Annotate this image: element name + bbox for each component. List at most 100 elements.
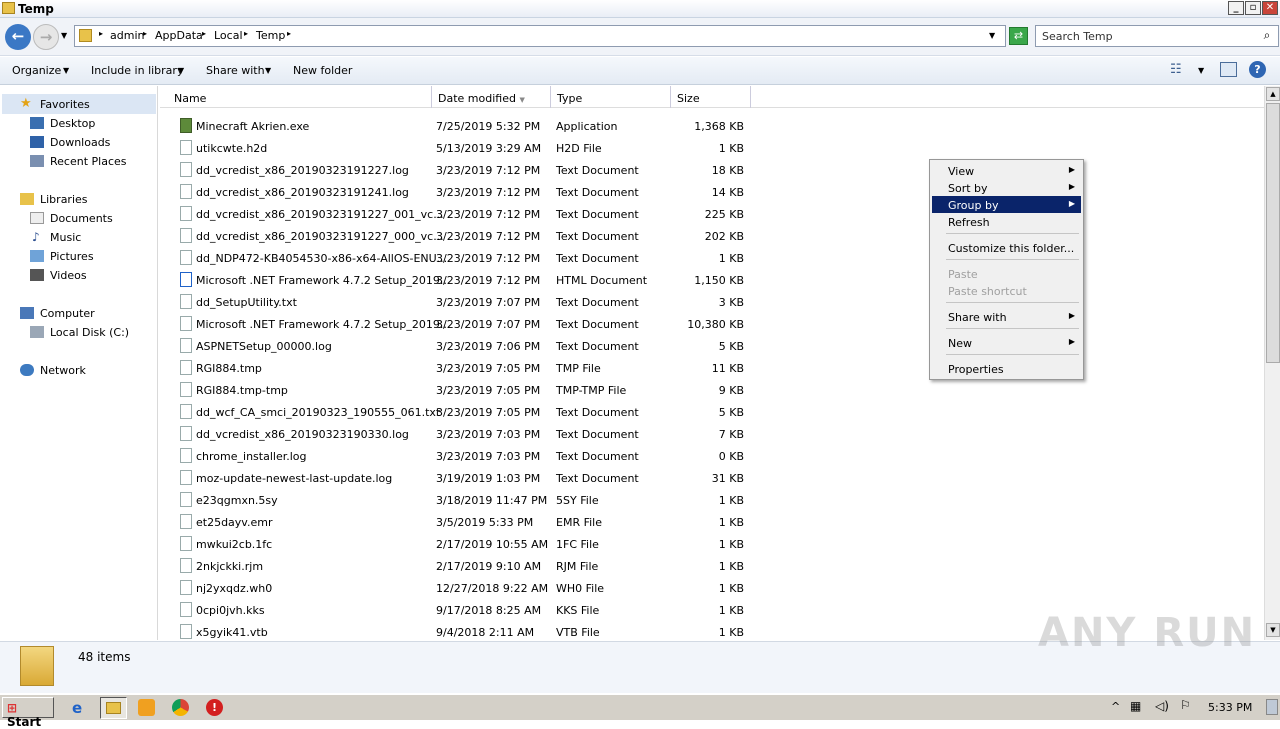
- chevron-down-icon[interactable]: ▼: [1198, 66, 1204, 75]
- organize-button[interactable]: Organize: [12, 64, 61, 77]
- volume-icon[interactable]: ◁): [1155, 699, 1169, 713]
- sidebar-local-disk[interactable]: Local Disk (C:): [50, 326, 129, 339]
- table-row[interactable]: moz-update-newest-last-update.log 3/19/20…: [160, 467, 760, 489]
- search-input[interactable]: Search Temp ⌕: [1035, 25, 1279, 47]
- sidebar-documents[interactable]: Documents: [50, 212, 113, 225]
- recent-pages-chevron-icon[interactable]: ▼: [61, 31, 67, 40]
- show-desktop-button[interactable]: [1266, 699, 1278, 715]
- sidebar-downloads[interactable]: Downloads: [50, 136, 110, 149]
- table-row[interactable]: Microsoft .NET Framework 4.7.2 Setup_201…: [160, 313, 760, 335]
- table-row[interactable]: chrome_installer.log 3/23/2019 7:03 PM Tex…: [160, 445, 760, 467]
- table-row[interactable]: Microsoft .NET Framework 4.7.2 Setup_201…: [160, 269, 760, 291]
- preview-pane-icon[interactable]: [1220, 62, 1237, 77]
- address-dropdown-icon[interactable]: ▼: [989, 31, 995, 40]
- include-in-library-button[interactable]: Include in library: [91, 64, 183, 77]
- media-player-icon[interactable]: [138, 699, 155, 716]
- scroll-up-icon[interactable]: ▲: [1266, 87, 1280, 101]
- close-button[interactable]: ✕: [1262, 1, 1278, 15]
- table-row[interactable]: nj2yxqdz.wh0 12/27/2018 9:22 AM WH0 File 1 …: [160, 577, 760, 599]
- table-row[interactable]: mwkui2cb.1fc 2/17/2019 10:55 AM 1FC File 1 …: [160, 533, 760, 555]
- menu-item-new[interactable]: New ▶: [932, 334, 1081, 351]
- menu-item-group-by[interactable]: Group by ▶: [932, 196, 1081, 213]
- crumb-local[interactable]: Local: [214, 29, 243, 42]
- minimize-button[interactable]: _: [1228, 1, 1244, 15]
- maximize-button[interactable]: ▫: [1245, 1, 1261, 15]
- table-row[interactable]: dd_vcredist_x86_20190323191241.log 3/23/2…: [160, 181, 760, 203]
- sidebar-pictures[interactable]: Pictures: [50, 250, 94, 263]
- file-name-cell: moz-update-newest-last-update.log: [196, 472, 393, 485]
- table-row[interactable]: et25dayv.emr 3/5/2019 5:33 PM EMR File 1 KB: [160, 511, 760, 533]
- crumb-temp[interactable]: Temp: [256, 29, 285, 42]
- table-row[interactable]: Minecraft Akrien.exe 7/25/2019 5:32 PM App…: [160, 115, 760, 137]
- text-file-icon: [180, 404, 192, 419]
- column-header-type[interactable]: Type: [551, 86, 671, 108]
- menu-separator: [946, 259, 1079, 260]
- sidebar-libraries[interactable]: Libraries: [40, 193, 88, 206]
- sidebar-favorites[interactable]: Favorites: [40, 98, 90, 111]
- sidebar-network[interactable]: Network: [40, 364, 86, 377]
- sidebar-desktop[interactable]: Desktop: [50, 117, 95, 130]
- menu-item-customize[interactable]: Customize this folder...: [932, 239, 1081, 256]
- file-size-cell: 14 KB: [711, 186, 744, 199]
- table-row[interactable]: utikcwte.h2d 5/13/2019 3:29 AM H2D File 1 K…: [160, 137, 760, 159]
- file-size-cell: 3 KB: [718, 296, 744, 309]
- table-row[interactable]: dd_vcredist_x86_20190323191227.log 3/23/2…: [160, 159, 760, 181]
- clock[interactable]: 5:33 PM: [1208, 701, 1252, 714]
- crumb-admin[interactable]: admin: [110, 29, 144, 42]
- menu-item-refresh[interactable]: Refresh: [932, 213, 1081, 230]
- sidebar-computer[interactable]: Computer: [40, 307, 95, 320]
- tray-expand-icon[interactable]: ^: [1111, 700, 1120, 713]
- search-icon[interactable]: ⌕: [1258, 28, 1276, 44]
- view-options-icon[interactable]: ☷: [1170, 62, 1182, 77]
- action-center-flag-icon[interactable]: ⚐: [1180, 698, 1191, 712]
- menu-item-properties[interactable]: Properties: [932, 360, 1081, 377]
- table-row[interactable]: ASPNETSetup_00000.log 3/23/2019 7:06 PM Te…: [160, 335, 760, 357]
- chevron-right-icon[interactable]: ▸: [99, 29, 103, 38]
- table-row[interactable]: x5gyik41.vtb 9/4/2018 2:11 AM VTB File 1 KB: [160, 621, 760, 640]
- table-row[interactable]: RGI884.tmp 3/23/2019 7:05 PM TMP File 11 KB: [160, 357, 760, 379]
- forward-button[interactable]: →: [33, 24, 59, 50]
- column-header-name[interactable]: Name: [168, 86, 432, 108]
- back-button[interactable]: ←: [5, 24, 31, 50]
- share-with-button[interactable]: Share with: [206, 64, 265, 77]
- scroll-thumb[interactable]: [1266, 103, 1280, 363]
- menu-new-label: New: [948, 337, 972, 350]
- table-row[interactable]: 0cpi0jvh.kks 9/17/2018 8:25 AM KKS File 1 K…: [160, 599, 760, 621]
- address-box[interactable]: ▸ admin ▸ AppData ▸ Local ▸ Temp ▸ ▼: [74, 25, 1006, 47]
- chevron-right-icon[interactable]: ▸: [287, 29, 291, 38]
- help-icon[interactable]: ?: [1249, 61, 1266, 78]
- chevron-right-icon[interactable]: ▸: [244, 29, 248, 38]
- sidebar-music[interactable]: Music: [50, 231, 81, 244]
- sidebar-videos[interactable]: Videos: [50, 269, 87, 282]
- column-header-size[interactable]: Size: [671, 86, 751, 108]
- crumb-appdata[interactable]: AppData: [155, 29, 203, 42]
- table-row[interactable]: dd_NDP472-KB4054530-x86-x64-AllOS-ENU...…: [160, 247, 760, 269]
- column-header-date[interactable]: Date modified ▼: [432, 86, 551, 108]
- chevron-right-icon[interactable]: ▸: [202, 29, 206, 38]
- table-row[interactable]: e23qgmxn.5sy 3/18/2019 11:47 PM 5SY File 1 …: [160, 489, 760, 511]
- table-row[interactable]: dd_vcredist_x86_20190323191227_000_vc...…: [160, 225, 760, 247]
- table-row[interactable]: 2nkjckki.rjm 2/17/2019 9:10 AM RJM File 1 K…: [160, 555, 760, 577]
- menu-item-sort-by[interactable]: Sort by ▶: [932, 179, 1081, 196]
- antivirus-icon[interactable]: !: [206, 699, 223, 716]
- table-row[interactable]: dd_wcf_CA_smci_20190323_190555_061.txt 3/…: [160, 401, 760, 423]
- file-size-cell: 5 KB: [718, 406, 744, 419]
- menu-item-share-with[interactable]: Share with ▶: [932, 308, 1081, 325]
- ie-taskbar-icon[interactable]: e: [72, 699, 90, 717]
- network-tray-icon[interactable]: ▦: [1130, 699, 1141, 713]
- chevron-right-icon[interactable]: ▸: [143, 29, 147, 38]
- start-button[interactable]: ⊞ Start: [2, 697, 54, 729]
- menu-group-label: Group by: [948, 199, 999, 212]
- vertical-scrollbar[interactable]: ▲ ▼: [1264, 86, 1280, 640]
- table-row[interactable]: dd_vcredist_x86_20190323191227_001_vc...…: [160, 203, 760, 225]
- table-row[interactable]: dd_SetupUtility.txt 3/23/2019 7:07 PM Text…: [160, 291, 760, 313]
- new-folder-button[interactable]: New folder: [293, 64, 352, 77]
- refresh-icon[interactable]: ⇄: [1009, 27, 1028, 45]
- table-row[interactable]: RGI884.tmp-tmp 3/23/2019 7:05 PM TMP-TMP F…: [160, 379, 760, 401]
- explorer-taskbar-button[interactable]: [100, 697, 127, 719]
- sidebar-recent-places[interactable]: Recent Places: [50, 155, 127, 168]
- chrome-icon[interactable]: [172, 699, 189, 716]
- scroll-down-icon[interactable]: ▼: [1266, 623, 1280, 637]
- table-row[interactable]: dd_vcredist_x86_20190323190330.log 3/23/2…: [160, 423, 760, 445]
- menu-item-view[interactable]: View ▶: [932, 162, 1081, 179]
